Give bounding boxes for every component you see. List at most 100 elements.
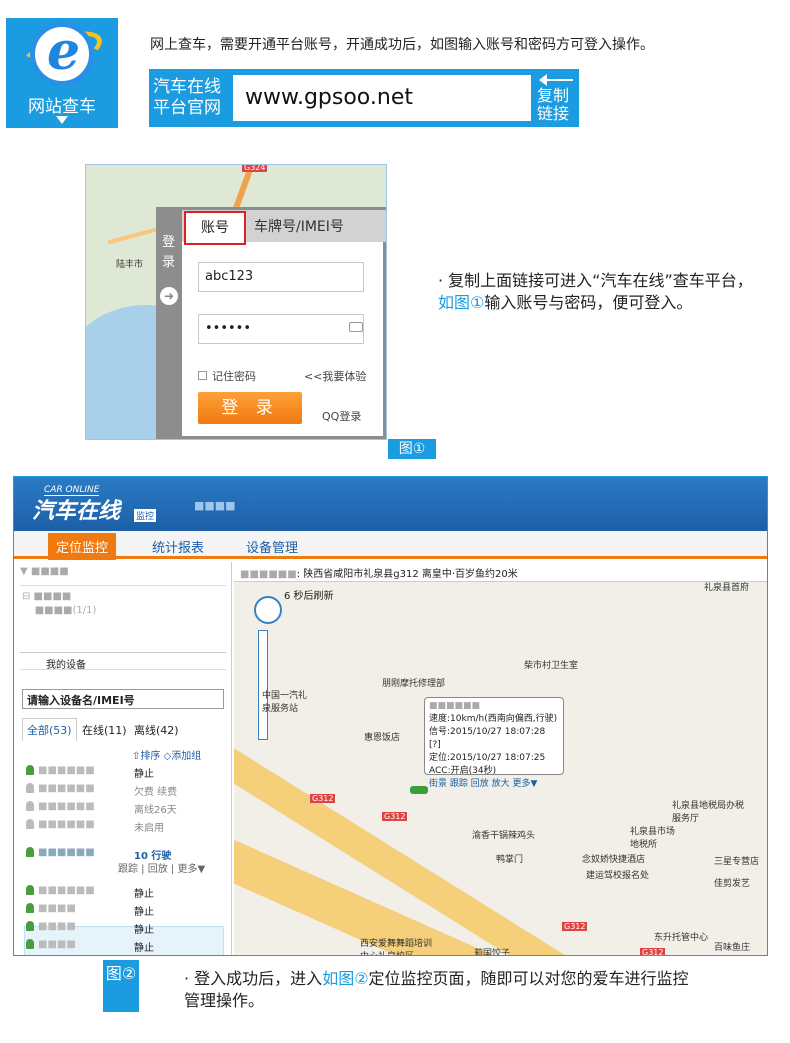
- monitor-map[interactable]: ■■■■■■ : 陕西省咸阳市礼泉县g312 离皇中·百岁鱼约20米 6 秒后刷新…: [234, 562, 767, 956]
- desc-text: 输入账号与密码，便可登入。: [484, 293, 693, 312]
- remember-checkbox[interactable]: [198, 371, 207, 380]
- url-box[interactable]: www.gpsoo.net: [233, 75, 531, 121]
- zoom-slider[interactable]: [258, 630, 268, 740]
- login-side-tab[interactable]: 登录 ➜: [156, 207, 182, 439]
- login-panel: 账号 车牌号/IMEI号 abc123 •••••• 记住密码 <<我要体验 登…: [182, 207, 386, 439]
- intro-text: 网上查车，需要开通平台账号，开通成功后，如图输入账号和密码方可登入操作。: [150, 37, 654, 53]
- logo-label: 网站查车: [28, 97, 96, 117]
- left-arrowhead-icon: [539, 74, 547, 86]
- user-name-blurred: ■■■■: [194, 499, 236, 512]
- login-button[interactable]: 登 录: [198, 392, 302, 424]
- info-acc: ACC:开启(34秒): [429, 766, 497, 776]
- poi: 百味鱼庄: [714, 943, 751, 953]
- device-status: 未启用: [134, 823, 164, 834]
- device-row[interactable]: ■■■■■■ 静止: [26, 762, 222, 780]
- info-links[interactable]: 街景 跟踪 回放 放大 更多▼: [429, 778, 559, 791]
- down-arrow-icon: [56, 116, 68, 124]
- tab-plate-imei[interactable]: 车牌号/IMEI号: [254, 216, 344, 236]
- desc-text: · 登入成功后，进入: [184, 969, 323, 988]
- app-nav: 定位监控 统计报表 设备管理: [14, 531, 767, 560]
- device-tabs: 全部(53) 在线(11) 离线(42): [22, 718, 224, 741]
- monitor-screenshot: CAR ONLINE 汽车在线 监控 ■■■■ 定位监控 统计报表 设备管理 ▼…: [13, 476, 768, 956]
- device-status: 静止: [134, 925, 154, 936]
- road-badge: G312: [310, 794, 336, 803]
- tab-offline-devices[interactable]: 离线(42): [134, 722, 179, 738]
- login-figure: G324 陆丰市 登录 ➜ 账号 车牌号/IMEI号 abc123 ••••••…: [85, 164, 387, 440]
- address-text: : 陕西省咸阳市礼泉县g312 离皇中·百岁鱼约20米: [296, 569, 518, 580]
- url-bar: 汽车在线平台官网 www.gpsoo.net 复制链接: [149, 69, 579, 127]
- person-icon: [26, 847, 34, 857]
- device-row[interactable]: ■■■■■■ 未启用: [26, 816, 222, 834]
- poi: 莉国饺子: [474, 949, 511, 956]
- tab-all-devices[interactable]: 全部(53): [22, 718, 77, 741]
- group-header[interactable]: ▼ ■■■■: [20, 566, 226, 586]
- car-icon[interactable]: [410, 786, 428, 794]
- logo-block: e 网站查车: [6, 18, 118, 128]
- tab-online-devices[interactable]: 在线(11): [82, 722, 127, 738]
- remember-label: 记住密码: [212, 370, 256, 383]
- nav-statistics[interactable]: 统计报表: [152, 537, 204, 556]
- device-status: 静止: [134, 769, 154, 780]
- poi: 三星专营店: [714, 857, 760, 867]
- account-input[interactable]: abc123: [198, 262, 364, 292]
- qq-login-link[interactable]: QQ登录: [322, 408, 361, 424]
- poi: 礼泉县地税局办税服务厅: [672, 801, 745, 824]
- device-row[interactable]: ■■■■ 静止: [26, 918, 222, 936]
- poi: 东升托管中心: [654, 933, 709, 943]
- poi: 朋刚摩托修理部: [382, 679, 446, 689]
- group-tree[interactable]: ⊟ ■■■■ ■■■■(1/1): [22, 590, 96, 618]
- try-link[interactable]: <<我要体验: [304, 368, 366, 384]
- figure-2-label: 图②: [103, 960, 139, 1012]
- keyboard-icon[interactable]: [349, 322, 363, 332]
- nav-device-management[interactable]: 设备管理: [246, 537, 298, 556]
- device-name-blurred: ■■■■■■: [429, 701, 481, 711]
- device-search-input[interactable]: 请输入设备名/IMEI号: [22, 689, 224, 709]
- login-side-label: 登录: [162, 235, 176, 270]
- tab-account[interactable]: 账号: [184, 211, 246, 245]
- map-city-label: 陆丰市: [116, 260, 144, 270]
- sort-add-group[interactable]: ⇧排序 ◇添加组: [132, 747, 201, 762]
- device-status: 静止: [134, 907, 154, 918]
- device-status: 欠费 续费: [134, 787, 178, 798]
- password-input[interactable]: ••••••: [198, 314, 364, 344]
- device-actions[interactable]: 跟踪 | 回放 | 更多▼: [118, 860, 218, 878]
- poi: 礼泉县市场地税所: [630, 827, 676, 850]
- poi: 中国一汽礼泉服务站: [262, 691, 308, 714]
- url-link[interactable]: www.gpsoo.net: [245, 85, 413, 110]
- device-row[interactable]: ■■■■■■ 静止: [26, 882, 222, 900]
- device-row[interactable]: ■■■■ 静止: [26, 900, 222, 918]
- monitor-description: · 登入成功后，进入如图②定位监控页面，随即可以对您的爱车进行监控管理操作。: [184, 968, 704, 1012]
- poi: 渝香干锅辣鸡头: [472, 831, 536, 841]
- refresh-countdown: 6 秒后刷新: [284, 591, 334, 602]
- person-icon: [26, 801, 34, 811]
- desc-highlight: 如图①: [438, 293, 485, 312]
- poi: 念奴娇快捷酒店: [582, 855, 646, 865]
- copy-link-label: 复制链接: [537, 86, 570, 123]
- desc-highlight: 如图②: [322, 969, 369, 988]
- person-icon: [26, 819, 34, 829]
- road-badge: G324: [242, 164, 268, 172]
- app-header: CAR ONLINE 汽车在线 监控 ■■■■: [14, 477, 767, 531]
- desc-text: · 复制上面链接可进入“汽车在线”查车平台，: [438, 271, 753, 290]
- person-icon: [26, 921, 34, 931]
- poi: 鸭掌门: [496, 855, 524, 865]
- platform-label: 汽车在线平台官网: [153, 77, 221, 118]
- person-icon: [26, 903, 34, 913]
- poi: 西安爱舞舞蹈培训中心礼泉校区: [360, 939, 433, 955]
- info-position: 定位:2015/10/27 18:07:25: [429, 753, 546, 763]
- person-icon: [26, 939, 34, 949]
- logo-badge: 监控: [134, 509, 157, 522]
- device-row[interactable]: ■■■■■■ 欠费 续费: [26, 780, 222, 798]
- device-status: 静止: [134, 943, 154, 954]
- pan-control-icon[interactable]: [254, 596, 282, 624]
- my-devices-header[interactable]: 我的设备: [20, 652, 226, 671]
- arrow-right-icon[interactable]: ➜: [160, 287, 178, 305]
- nav-location-monitor[interactable]: 定位监控: [48, 533, 117, 560]
- poi: 惠恩饭店: [364, 733, 401, 743]
- device-row[interactable]: ■■■■■■ 离线26天: [26, 798, 222, 816]
- login-tabs: 账号 车牌号/IMEI号: [182, 210, 386, 245]
- info-signal: 信号:2015/10/27 18:07:28 [?]: [429, 727, 546, 750]
- device-row[interactable]: ■■■■ 静止: [26, 936, 222, 954]
- app-logo: 汽车在线: [32, 499, 121, 524]
- password-value: ••••••: [205, 321, 252, 336]
